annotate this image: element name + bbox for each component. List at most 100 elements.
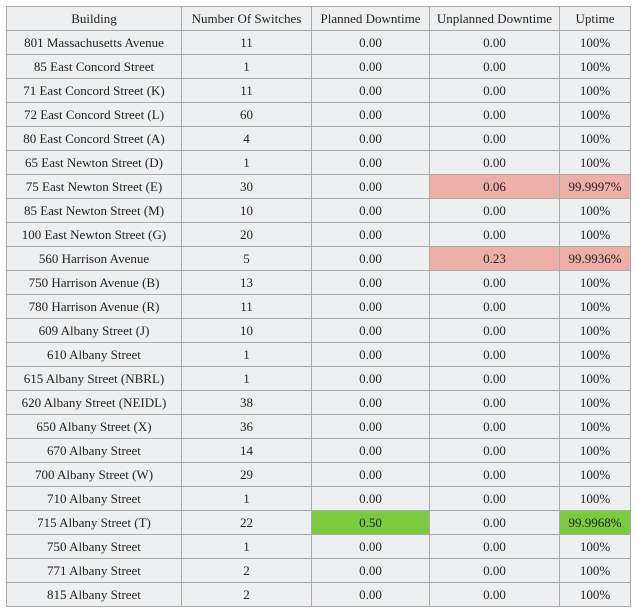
cell-planned: 0.00 — [312, 463, 430, 487]
cell-building: 72 East Concord Street (L) — [7, 103, 182, 127]
table-header-row: Building Number Of Switches Planned Down… — [7, 7, 631, 31]
cell-uptime: 100% — [560, 271, 631, 295]
cell-planned: 0.00 — [312, 103, 430, 127]
table-row: 750 Harrison Avenue (B)130.000.00100% — [7, 271, 631, 295]
table-row: 80 East Concord Street (A)40.000.00100% — [7, 127, 631, 151]
table-row: 620 Albany Street (NEIDL)380.000.00100% — [7, 391, 631, 415]
cell-planned: 0.00 — [312, 343, 430, 367]
cell-unplanned: 0.06 — [430, 175, 560, 199]
table-row: 85 East Concord Street10.000.00100% — [7, 55, 631, 79]
cell-building: 65 East Newton Street (D) — [7, 151, 182, 175]
cell-uptime: 100% — [560, 223, 631, 247]
table-row: 75 East Newton Street (E)300.000.0699.99… — [7, 175, 631, 199]
cell-unplanned: 0.00 — [430, 295, 560, 319]
cell-switches: 10 — [182, 319, 312, 343]
cell-uptime: 100% — [560, 55, 631, 79]
cell-planned: 0.00 — [312, 31, 430, 55]
table-row: 700 Albany Street (W)290.000.00100% — [7, 463, 631, 487]
cell-switches: 11 — [182, 79, 312, 103]
cell-uptime: 100% — [560, 367, 631, 391]
cell-planned: 0.00 — [312, 487, 430, 511]
cell-planned: 0.00 — [312, 295, 430, 319]
table-row: 610 Albany Street10.000.00100% — [7, 343, 631, 367]
cell-switches: 1 — [182, 535, 312, 559]
cell-uptime: 99.9936% — [560, 247, 631, 271]
cell-building: 771 Albany Street — [7, 559, 182, 583]
cell-uptime: 100% — [560, 295, 631, 319]
table-row: 815 Albany Street20.000.00100% — [7, 583, 631, 607]
table-row: 670 Albany Street140.000.00100% — [7, 439, 631, 463]
cell-unplanned: 0.00 — [430, 487, 560, 511]
cell-switches: 1 — [182, 151, 312, 175]
cell-building: 75 East Newton Street (E) — [7, 175, 182, 199]
cell-unplanned: 0.00 — [430, 103, 560, 127]
cell-planned: 0.00 — [312, 415, 430, 439]
cell-switches: 1 — [182, 367, 312, 391]
col-planned: Planned Downtime — [312, 7, 430, 31]
cell-building: 85 East Concord Street — [7, 55, 182, 79]
cell-building: 610 Albany Street — [7, 343, 182, 367]
cell-switches: 20 — [182, 223, 312, 247]
table-row: 771 Albany Street20.000.00100% — [7, 559, 631, 583]
table-row: 65 East Newton Street (D)10.000.00100% — [7, 151, 631, 175]
cell-unplanned: 0.00 — [430, 511, 560, 535]
cell-planned: 0.00 — [312, 247, 430, 271]
cell-unplanned: 0.00 — [430, 367, 560, 391]
table-row: 560 Harrison Avenue50.000.2399.9936% — [7, 247, 631, 271]
cell-switches: 1 — [182, 343, 312, 367]
table-row: 715 Albany Street (T)220.500.0099.9968% — [7, 511, 631, 535]
cell-building: 715 Albany Street (T) — [7, 511, 182, 535]
table-row: 710 Albany Street10.000.00100% — [7, 487, 631, 511]
cell-uptime: 100% — [560, 343, 631, 367]
cell-switches: 10 — [182, 199, 312, 223]
cell-switches: 11 — [182, 31, 312, 55]
cell-unplanned: 0.23 — [430, 247, 560, 271]
cell-planned: 0.00 — [312, 55, 430, 79]
cell-unplanned: 0.00 — [430, 79, 560, 103]
cell-unplanned: 0.00 — [430, 343, 560, 367]
table-row: 71 East Concord Street (K)110.000.00100% — [7, 79, 631, 103]
uptime-table: Building Number Of Switches Planned Down… — [6, 6, 631, 607]
cell-unplanned: 0.00 — [430, 127, 560, 151]
cell-planned: 0.00 — [312, 367, 430, 391]
cell-switches: 4 — [182, 127, 312, 151]
table-row: 615 Albany Street (NBRL)10.000.00100% — [7, 367, 631, 391]
cell-switches: 36 — [182, 415, 312, 439]
cell-planned: 0.00 — [312, 271, 430, 295]
cell-planned: 0.50 — [312, 511, 430, 535]
cell-building: 620 Albany Street (NEIDL) — [7, 391, 182, 415]
cell-planned: 0.00 — [312, 79, 430, 103]
cell-unplanned: 0.00 — [430, 391, 560, 415]
cell-uptime: 100% — [560, 415, 631, 439]
cell-building: 80 East Concord Street (A) — [7, 127, 182, 151]
cell-switches: 1 — [182, 487, 312, 511]
cell-building: 780 Harrison Avenue (R) — [7, 295, 182, 319]
cell-uptime: 100% — [560, 127, 631, 151]
table-row: 780 Harrison Avenue (R)110.000.00100% — [7, 295, 631, 319]
cell-planned: 0.00 — [312, 151, 430, 175]
table-row: 650 Albany Street (X)360.000.00100% — [7, 415, 631, 439]
cell-unplanned: 0.00 — [430, 535, 560, 559]
cell-building: 615 Albany Street (NBRL) — [7, 367, 182, 391]
cell-building: 71 East Concord Street (K) — [7, 79, 182, 103]
cell-uptime: 100% — [560, 319, 631, 343]
cell-unplanned: 0.00 — [430, 319, 560, 343]
cell-planned: 0.00 — [312, 127, 430, 151]
cell-switches: 30 — [182, 175, 312, 199]
cell-building: 609 Albany Street (J) — [7, 319, 182, 343]
cell-planned: 0.00 — [312, 319, 430, 343]
cell-uptime: 100% — [560, 487, 631, 511]
cell-switches: 2 — [182, 583, 312, 607]
cell-unplanned: 0.00 — [430, 271, 560, 295]
cell-switches: 13 — [182, 271, 312, 295]
cell-planned: 0.00 — [312, 559, 430, 583]
cell-uptime: 100% — [560, 535, 631, 559]
cell-switches: 38 — [182, 391, 312, 415]
cell-switches: 5 — [182, 247, 312, 271]
table-row: 801 Massachusetts Avenue110.000.00100% — [7, 31, 631, 55]
cell-uptime: 100% — [560, 103, 631, 127]
cell-planned: 0.00 — [312, 439, 430, 463]
cell-uptime: 99.9968% — [560, 511, 631, 535]
table-row: 609 Albany Street (J)100.000.00100% — [7, 319, 631, 343]
cell-switches: 22 — [182, 511, 312, 535]
